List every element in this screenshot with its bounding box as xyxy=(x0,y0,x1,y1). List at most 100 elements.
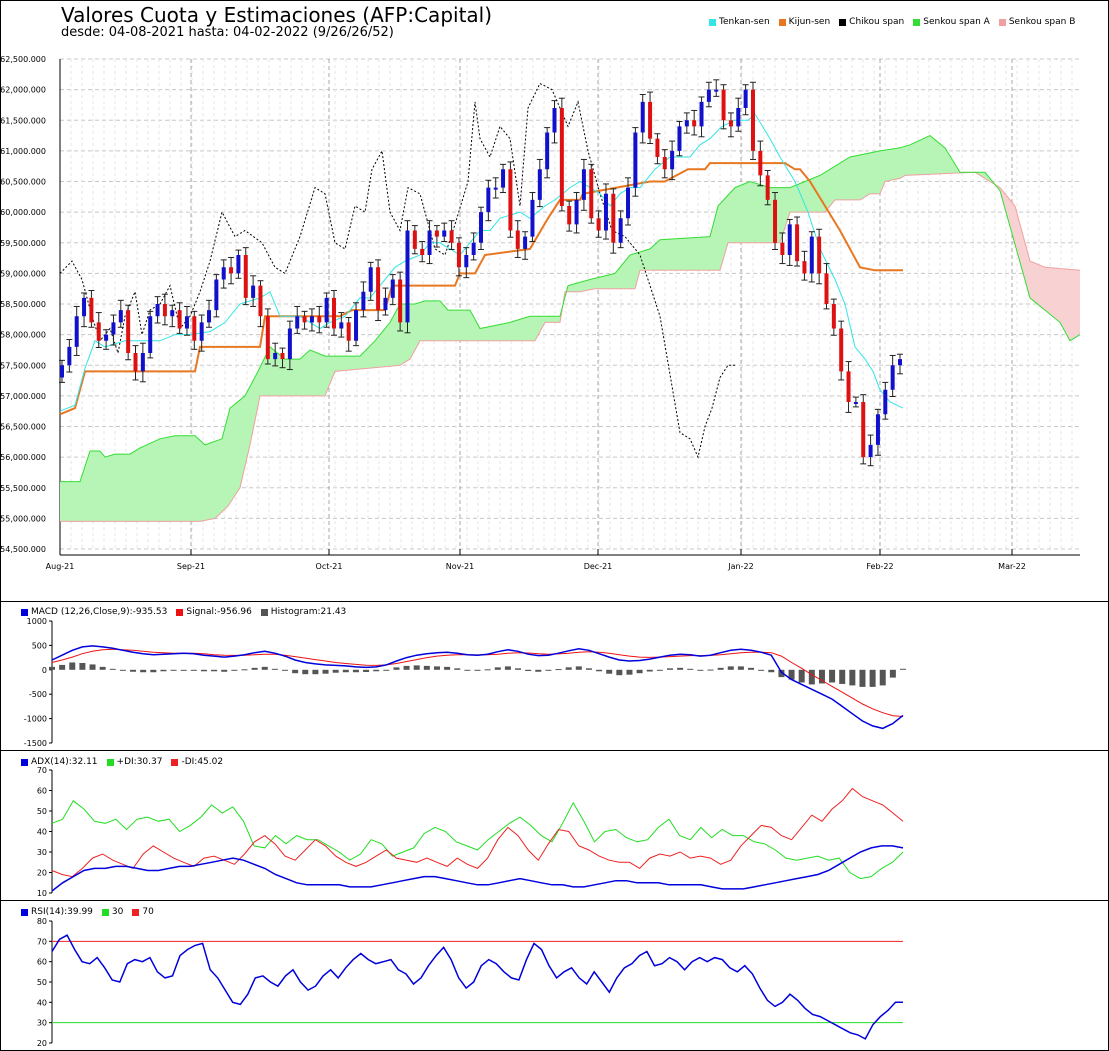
candle-body xyxy=(868,444,873,458)
macd-histogram-bar xyxy=(59,664,66,670)
macd-histogram-bar xyxy=(99,666,106,670)
candle-body xyxy=(273,353,278,360)
macd-histogram-bar xyxy=(332,669,339,673)
candle-body xyxy=(765,175,770,200)
adx-y-tick-label: 20 xyxy=(37,869,47,878)
candle-body xyxy=(809,236,814,274)
adx-y-tick-label: 40 xyxy=(37,828,47,837)
rsi-y-tick-label: 60 xyxy=(37,958,47,967)
macd-signal-line xyxy=(51,648,904,717)
candle-body xyxy=(706,89,711,102)
candle-body xyxy=(236,255,241,274)
macd-histogram-bar xyxy=(271,668,278,670)
candle-body xyxy=(199,322,204,341)
candle-body xyxy=(471,242,476,255)
candle-body xyxy=(442,230,447,237)
price-y-tick-label: $58,500.000 xyxy=(0,300,46,309)
macd-histogram-bar xyxy=(656,669,663,671)
macd-histogram-bar xyxy=(231,669,238,671)
macd-histogram-bar xyxy=(737,666,744,670)
macd-histogram-bar xyxy=(717,667,724,670)
candle-body xyxy=(324,297,329,323)
adx-y-tick-label: 70 xyxy=(37,766,47,775)
candle-body xyxy=(479,212,483,243)
candle-body xyxy=(111,322,116,335)
candle-body xyxy=(898,359,902,366)
macd-histogram-bar xyxy=(140,669,147,673)
chart-root: Valores Cuota y Estimaciones (AFP:Capita… xyxy=(0,0,1109,1051)
candle-body xyxy=(104,334,109,341)
price-x-tick-label: Feb-22 xyxy=(866,562,893,571)
macd-histogram-bar xyxy=(302,669,309,675)
candle-body xyxy=(89,297,94,323)
macd-histogram-bar xyxy=(596,669,603,672)
macd-histogram-bar xyxy=(626,669,633,675)
price-y-tick-label: $59,000.000 xyxy=(0,269,46,278)
candle-body xyxy=(486,187,491,213)
macd-histogram-bar xyxy=(444,666,451,670)
candle-body xyxy=(229,267,234,274)
cloud-bull-area xyxy=(568,135,996,292)
macd-histogram-bar xyxy=(535,669,542,672)
candle-body xyxy=(133,353,138,372)
candle-body xyxy=(192,316,197,341)
candle-body xyxy=(493,187,498,190)
candle-body xyxy=(839,328,844,372)
macd-histogram-bar xyxy=(575,666,582,670)
macd-histogram-bar xyxy=(352,669,359,673)
candle-body xyxy=(354,310,359,341)
macd-histogram-bar xyxy=(190,669,197,671)
candle-body xyxy=(537,169,542,200)
candle-body xyxy=(846,371,851,402)
candle-body xyxy=(207,310,212,323)
candle-body xyxy=(523,236,528,249)
candle-body xyxy=(545,132,550,170)
macd-histogram-bar xyxy=(383,669,390,671)
cloud-bear-area xyxy=(996,185,1080,341)
candle-body xyxy=(184,316,189,329)
candle-body xyxy=(295,316,300,329)
candle-body xyxy=(728,120,733,127)
candle-body xyxy=(750,89,755,151)
macd-histogram-bar xyxy=(859,669,866,687)
macd-histogram-bar xyxy=(555,669,562,671)
macd-histogram-bar xyxy=(130,669,137,672)
candle-body xyxy=(331,297,336,329)
macd-histogram-bar xyxy=(616,669,623,676)
candle-body xyxy=(743,89,748,108)
price-x-tick-label: Sep-21 xyxy=(177,562,205,571)
macd-histogram-bar xyxy=(504,666,511,670)
candle-body xyxy=(567,206,572,225)
candle-body xyxy=(383,297,388,311)
rsi-y-tick-label: 40 xyxy=(37,998,47,1007)
candle-body xyxy=(280,353,285,360)
candle-body xyxy=(302,316,307,323)
candle-body xyxy=(861,402,866,458)
macd-histogram-bar xyxy=(849,669,856,686)
candle-body xyxy=(177,310,182,329)
macd-histogram-bar xyxy=(869,669,876,687)
price-y-tick-label: $55,500.000 xyxy=(0,484,46,493)
rsi-line xyxy=(51,934,903,1040)
candle-body xyxy=(155,304,160,317)
candle-body xyxy=(699,101,704,127)
candle-body xyxy=(412,230,417,249)
minus-di-line xyxy=(51,787,904,878)
macd-histogram-bar xyxy=(545,669,552,671)
candle-body xyxy=(795,224,800,262)
candle-body xyxy=(802,261,807,274)
candle-body xyxy=(60,365,64,378)
candle-body xyxy=(464,255,469,268)
candle-body xyxy=(118,310,123,323)
macd-histogram-bar xyxy=(282,669,289,671)
candle-body xyxy=(449,230,454,243)
macd-histogram-bar xyxy=(474,669,481,671)
candle-body xyxy=(589,169,594,219)
candle-body xyxy=(618,218,623,243)
candle-body xyxy=(368,267,373,292)
macd-histogram-bar xyxy=(636,669,643,674)
candle-body xyxy=(736,108,741,127)
macd-histogram-bar xyxy=(393,667,400,670)
candle-body xyxy=(162,304,167,317)
price-x-tick-label: Dec-21 xyxy=(584,562,613,571)
